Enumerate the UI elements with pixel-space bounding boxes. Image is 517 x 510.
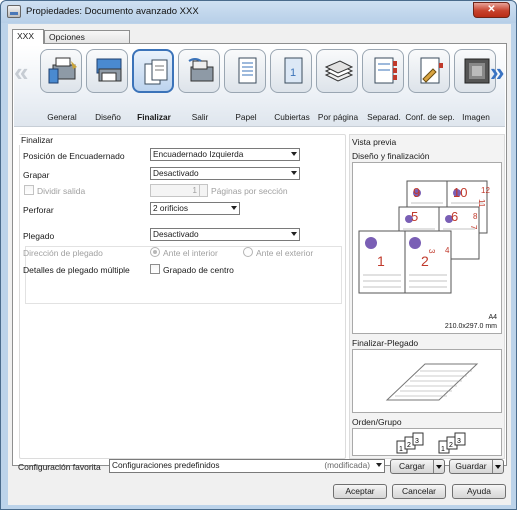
printer-icon bbox=[7, 5, 21, 18]
punch-select[interactable]: 2 orificios bbox=[150, 202, 240, 215]
general-icon bbox=[48, 57, 77, 84]
order-digit: 2 bbox=[449, 442, 453, 449]
booklet-preview-image: 1 2 3 4 5 6 7 8 9 10 11 12 bbox=[358, 180, 490, 294]
preview-title: Vista previa bbox=[352, 137, 397, 147]
scroll-right-icon[interactable]: » bbox=[490, 57, 504, 88]
staple-label: Grapar bbox=[23, 170, 50, 180]
punch-label: Perforar bbox=[23, 205, 54, 215]
layout-preview: 1 2 3 4 5 6 7 8 9 10 11 12 A4 210.0x297.… bbox=[352, 162, 502, 334]
fold-outside-radio[interactable] bbox=[243, 247, 253, 257]
tab-opciones-avanzadas[interactable]: Opciones avanzadas bbox=[44, 30, 130, 54]
binding-position-label: Posición de Encuadernado bbox=[23, 151, 125, 161]
paper-icon bbox=[238, 57, 257, 84]
page-number-label: 11 bbox=[477, 199, 486, 208]
fold-label: Plegado bbox=[23, 231, 55, 241]
finishing-group-title: Finalizar bbox=[19, 135, 56, 145]
layout-icon bbox=[96, 58, 122, 82]
scroll-left-icon[interactable]: « bbox=[14, 57, 28, 88]
order-group-title: Orden/Grupo bbox=[352, 417, 402, 427]
order-digit: 2 bbox=[407, 442, 411, 449]
page-number-label: 4 bbox=[445, 246, 450, 255]
fold-preview-image bbox=[385, 363, 479, 401]
fold-inside-radio[interactable] bbox=[150, 247, 160, 257]
window-title: Propiedades: Documento avanzado XXX bbox=[26, 6, 199, 17]
save-button[interactable]: Guardar bbox=[449, 459, 504, 474]
save-dropdown-icon[interactable] bbox=[492, 460, 503, 473]
preview-group: Vista previa Diseño y finalización 1 2 3… bbox=[349, 134, 505, 459]
pages-per-section-stepper[interactable]: 1 bbox=[150, 184, 208, 197]
fold-outside-label: Ante el exterior bbox=[256, 248, 314, 258]
svg-text:1: 1 bbox=[290, 67, 296, 79]
page-number-label: 6 bbox=[451, 209, 458, 224]
cancel-button[interactable]: Cancelar bbox=[392, 484, 446, 499]
page-number-label: 2 bbox=[421, 253, 429, 269]
help-button[interactable]: Ayuda bbox=[452, 484, 506, 499]
multi-fold-label: Detalles de plegado múltiple bbox=[23, 265, 130, 275]
paper-dims-label: 210.0x297.0 mm bbox=[444, 323, 497, 330]
output-icon bbox=[188, 58, 214, 82]
saddle-stitch-checkbox[interactable] bbox=[150, 264, 160, 274]
page-number-label: 7 bbox=[469, 225, 478, 230]
properties-window: Propiedades: Documento avanzado XXX ✕ XX… bbox=[0, 0, 517, 510]
paper-size-label: A4 bbox=[488, 314, 497, 321]
order-digit: 3 bbox=[415, 438, 419, 445]
covers-icon: 1 bbox=[284, 57, 303, 84]
chevron-down-icon bbox=[231, 206, 237, 210]
order-digit: 1 bbox=[399, 446, 403, 453]
fold-preview-title: Finalizar-Plegado bbox=[352, 338, 419, 348]
binding-position-select[interactable]: Encuadernado Izquierda bbox=[150, 148, 300, 161]
page-number-label: 10 bbox=[453, 185, 467, 200]
per-page-icon bbox=[324, 60, 354, 82]
chevron-down-icon bbox=[291, 232, 297, 236]
stepper-arrows-icon bbox=[199, 185, 207, 196]
load-button[interactable]: Cargar bbox=[390, 459, 445, 474]
finishing-icon bbox=[144, 59, 168, 85]
separators-icon bbox=[374, 57, 397, 84]
page-number-label: 5 bbox=[411, 209, 418, 224]
page-number-label: 1 bbox=[377, 253, 385, 269]
separator-settings-icon bbox=[420, 57, 443, 84]
page-number-label: 9 bbox=[413, 185, 420, 200]
chevron-down-icon bbox=[291, 152, 297, 156]
dialog-body: XXX Opciones avanzadas « General Diseño bbox=[8, 24, 511, 505]
tab-xxx[interactable]: XXX bbox=[12, 29, 44, 44]
chevron-down-icon bbox=[376, 463, 382, 467]
image-icon bbox=[464, 58, 490, 84]
favorites-label: Configuración favorita bbox=[18, 462, 101, 472]
layout-finishing-title: Diseño y finalización bbox=[352, 151, 430, 161]
order-preview-image: 1 2 3 1 2 3 bbox=[396, 432, 466, 454]
staple-select[interactable]: Desactivado bbox=[150, 167, 300, 180]
category-icon-bar: « General Diseño Finalizar Salir Papel 1… bbox=[14, 45, 505, 127]
split-output-label: Dividir salida bbox=[37, 186, 86, 196]
title-bar: Propiedades: Documento avanzado XXX ✕ bbox=[1, 1, 516, 23]
favorites-select[interactable]: Configuraciones predefinidos (modificada… bbox=[109, 459, 385, 473]
ok-button[interactable]: Aceptar bbox=[333, 484, 387, 499]
close-button[interactable]: ✕ bbox=[473, 2, 510, 18]
order-digit: 3 bbox=[457, 438, 461, 445]
load-dropdown-icon[interactable] bbox=[433, 460, 444, 473]
tab-panel: « General Diseño Finalizar Salir Papel 1… bbox=[12, 43, 507, 466]
split-output-checkbox[interactable] bbox=[24, 185, 34, 195]
fold-select[interactable]: Desactivado bbox=[150, 228, 300, 241]
order-digit: 1 bbox=[441, 446, 445, 453]
modified-label: (modificada) bbox=[324, 460, 370, 470]
page-number-label: 3 bbox=[427, 249, 436, 254]
order-preview: 1 2 3 1 2 3 bbox=[352, 428, 502, 456]
favorites-row: Configuración favorita Configuraciones p… bbox=[12, 455, 507, 479]
fold-direction-label: Dirección de plegado bbox=[23, 248, 103, 258]
chevron-down-icon bbox=[291, 171, 297, 175]
pages-per-section-label: Páginas por sección bbox=[211, 186, 288, 196]
fold-preview bbox=[352, 349, 502, 413]
saddle-stitch-label: Grapado de centro bbox=[163, 265, 234, 275]
page-number-label: 8 bbox=[473, 212, 478, 221]
page-number-label: 12 bbox=[481, 186, 490, 195]
fold-inside-label: Ante el interior bbox=[163, 248, 218, 258]
